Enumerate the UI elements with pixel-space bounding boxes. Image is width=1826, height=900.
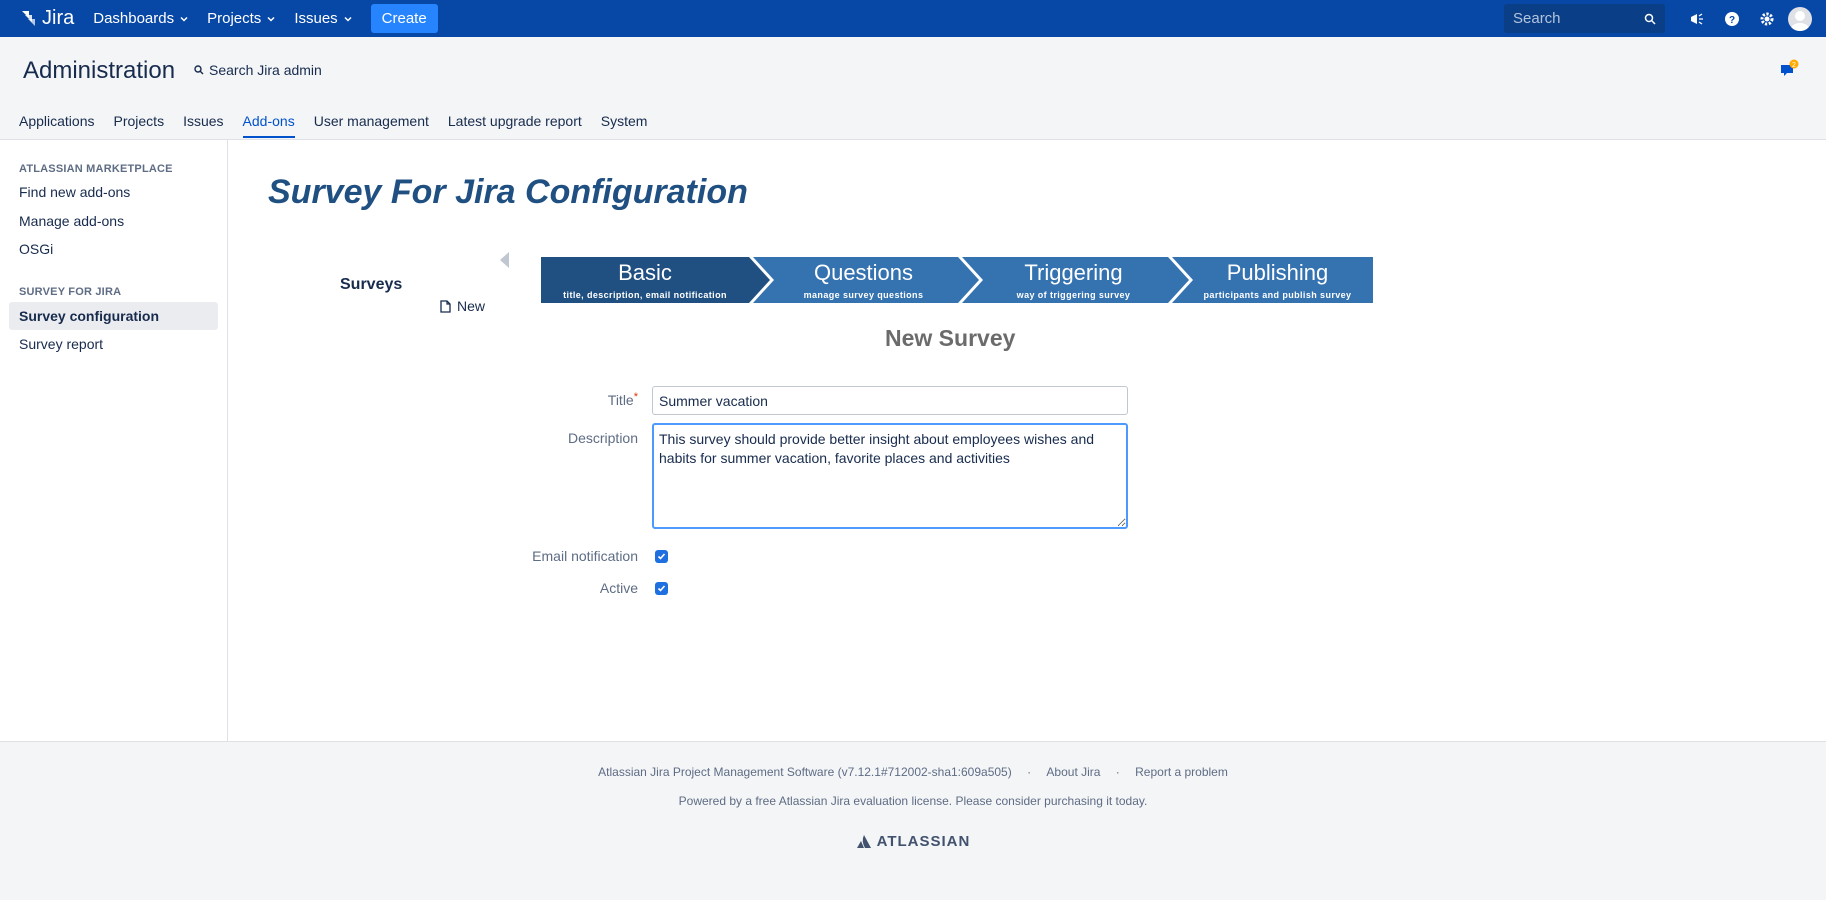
atlassian-logo[interactable]: ATLASSIAN	[0, 833, 1826, 850]
sidebar-item-find-new-add-ons[interactable]: Find new add-ons	[9, 178, 218, 206]
main-title: Survey For Jira Configuration	[268, 173, 748, 211]
surveys-heading: Surveys	[340, 276, 403, 293]
admin-tabs: Applications Projects Issues Add-ons Use…	[19, 113, 666, 138]
active-label: Active	[599, 580, 638, 596]
chevron-down-icon	[180, 16, 188, 22]
footer-report-link[interactable]: Report a problem	[1135, 765, 1228, 779]
checkmark-icon	[657, 585, 666, 592]
sidebar-section-marketplace: ATLASSIAN MARKETPLACE	[19, 163, 173, 175]
jira-logo[interactable]: Jira	[19, 7, 74, 30]
admin-search-label: Search Jira admin	[209, 62, 322, 78]
step-triggering-subtitle: way of triggering survey	[1016, 290, 1131, 300]
feedback-icon[interactable]: 2	[1779, 59, 1799, 84]
sidebar-item-manage-add-ons[interactable]: Manage add-ons	[9, 207, 218, 235]
search-icon	[1644, 13, 1656, 25]
notifications-megaphone-icon[interactable]	[1679, 0, 1714, 37]
user-avatar[interactable]	[1788, 6, 1812, 31]
svg-text:?: ?	[1728, 15, 1734, 26]
logo-text: Jira	[42, 7, 75, 29]
step-questions-title: Questions	[813, 260, 914, 285]
nav-issues[interactable]: Issues	[294, 10, 352, 27]
admin-header: Administration Search Jira admin 2 Appli…	[0, 37, 1826, 140]
tab-issues[interactable]: Issues	[183, 113, 223, 138]
nav-dashboards-label: Dashboards	[93, 10, 175, 27]
title-label-text: Title	[607, 392, 634, 408]
footer-about-link[interactable]: About Jira	[1046, 765, 1100, 779]
top-navigation: Jira Dashboards Projects Issues Create S…	[0, 0, 1826, 37]
tab-applications[interactable]: Applications	[19, 113, 95, 138]
email-notification-checkbox[interactable]	[655, 550, 668, 563]
sidebar-item-survey-configuration[interactable]: Survey configuration	[9, 302, 218, 330]
footer-links: Atlassian Jira Project Management Softwa…	[0, 765, 1826, 779]
footer-separator: ·	[1027, 765, 1032, 779]
footer-separator: ·	[1115, 765, 1120, 779]
search-icon	[194, 65, 204, 75]
collapse-left-icon[interactable]	[500, 252, 509, 268]
active-checkbox[interactable]	[655, 582, 668, 595]
new-survey-label: New	[457, 298, 486, 314]
description-field[interactable]: This survey should provide better insigh…	[652, 423, 1128, 529]
tab-latest-upgrade-report[interactable]: Latest upgrade report	[448, 113, 582, 138]
checkmark-icon	[657, 553, 666, 560]
jira-logo-icon	[22, 10, 35, 26]
sidebar: ATLASSIAN MARKETPLACE Find new add-ons M…	[0, 140, 228, 741]
tab-add-ons[interactable]: Add-ons	[242, 113, 295, 138]
admin-search-link[interactable]: Search Jira admin	[194, 62, 322, 78]
tab-user-management[interactable]: User management	[314, 113, 429, 138]
search-input[interactable]: Search	[1504, 4, 1665, 33]
notification-count: 2	[1792, 62, 1796, 69]
nav-projects[interactable]: Projects	[207, 10, 275, 27]
footer-license: Powered by a free Atlassian Jira evaluat…	[678, 794, 1148, 808]
step-publishing-subtitle: participants and publish survey	[1203, 290, 1352, 300]
atlassian-logo-icon	[856, 835, 871, 848]
description-label: Description	[567, 430, 638, 446]
nav-issues-label: Issues	[294, 10, 338, 27]
tab-projects[interactable]: Projects	[114, 113, 165, 138]
title-field[interactable]	[652, 386, 1128, 415]
email-notification-label: Email notification	[532, 548, 638, 564]
step-basic-subtitle: title, description, email notification	[563, 290, 727, 300]
sidebar-item-survey-report[interactable]: Survey report	[9, 330, 218, 358]
chevron-down-icon	[344, 16, 352, 22]
wizard-steps: Basic title, description, email notifica…	[541, 257, 1373, 303]
page-title: Administration	[23, 57, 176, 84]
step-triggering-title: Triggering	[1024, 260, 1123, 285]
sidebar-section-survey-for-jira: SURVEY FOR JIRA	[19, 286, 122, 298]
atlassian-brand-text: ATLASSIAN	[876, 833, 971, 850]
step-publishing-title: Publishing	[1226, 260, 1329, 285]
chevron-down-icon	[267, 16, 275, 22]
sidebar-item-osgi[interactable]: OSGi	[9, 235, 218, 263]
step-questions-subtitle: manage survey questions	[803, 290, 924, 300]
form-heading: New Survey	[885, 325, 1016, 351]
nav-projects-label: Projects	[207, 10, 262, 27]
settings-gear-icon[interactable]	[1749, 0, 1784, 37]
required-icon: *	[633, 391, 638, 403]
new-survey-link[interactable]: New	[440, 298, 485, 314]
footer-version: Atlassian Jira Project Management Softwa…	[598, 765, 1012, 779]
footer: Atlassian Jira Project Management Softwa…	[0, 741, 1826, 900]
nav-right-group: Search ?	[1504, 0, 1826, 37]
tab-system[interactable]: System	[601, 113, 648, 138]
step-basic-title: Basic	[618, 260, 672, 285]
search-placeholder: Search	[1513, 10, 1561, 27]
nav-dashboards[interactable]: Dashboards	[93, 10, 188, 27]
document-icon	[440, 299, 451, 313]
create-button[interactable]: Create	[370, 4, 438, 33]
title-label: Title*	[438, 391, 638, 408]
help-icon[interactable]: ?	[1714, 0, 1749, 37]
